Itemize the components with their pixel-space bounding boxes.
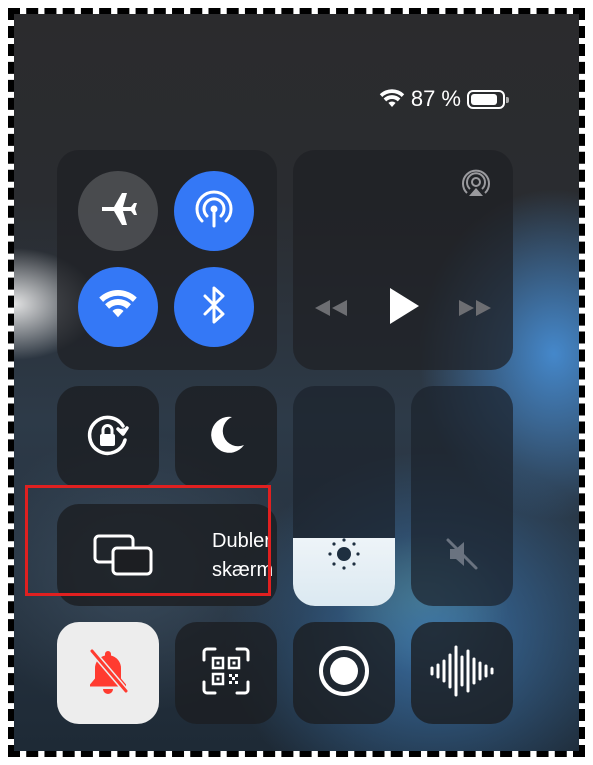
record-icon [317, 644, 371, 703]
battery-percent: 87 % [410, 86, 461, 111]
moon-icon [204, 413, 248, 462]
bell-slash-icon [86, 647, 130, 700]
battery-icon [467, 89, 509, 109]
speaker-muted-icon [444, 536, 480, 577]
bluetooth-toggle[interactable] [174, 267, 254, 347]
sound-recognition-button[interactable] [411, 622, 513, 724]
orientation-lock-toggle[interactable] [57, 386, 159, 488]
hotspot-icon [193, 188, 235, 235]
screen-mirroring-label: Dubler skærm [212, 527, 273, 585]
focus-toggle[interactable] [175, 386, 277, 488]
brightness-slider[interactable] [293, 386, 395, 606]
sun-icon [324, 534, 364, 579]
wifi-toggle[interactable] [78, 267, 158, 347]
qr-scanner-button[interactable] [175, 622, 277, 724]
wifi-status-icon [379, 89, 405, 109]
control-center: 87 % Dubler skærm [14, 14, 579, 751]
rewind-icon[interactable] [313, 298, 349, 323]
screen-mirroring-label-line2: skærm [212, 559, 274, 581]
volume-slider[interactable] [411, 386, 513, 606]
airplane-icon [98, 189, 138, 234]
rotation-lock-icon [83, 410, 133, 465]
now-playing-panel [293, 150, 513, 370]
screen-mirroring-button[interactable]: Dubler skærm [57, 504, 277, 606]
screen-recording-button[interactable] [293, 622, 395, 724]
play-icon[interactable] [387, 286, 421, 331]
silent-mode-toggle[interactable] [57, 622, 159, 724]
fast-forward-icon[interactable] [457, 298, 493, 323]
cellular-hotspot-toggle[interactable] [174, 171, 254, 251]
status-bar: 87 % [379, 86, 509, 112]
screen-mirroring-icon [93, 534, 155, 583]
qr-code-icon [201, 646, 251, 701]
connectivity-panel [57, 150, 277, 370]
airplane-mode-toggle[interactable] [78, 171, 158, 251]
screenshot-frame: 87 % Dubler skærm [8, 8, 585, 757]
screen-mirroring-label-line1: Dubler [212, 530, 271, 552]
waveform-icon [429, 643, 495, 704]
airplay-icon[interactable] [461, 168, 491, 203]
wifi-icon [98, 289, 138, 326]
bluetooth-icon [199, 285, 229, 330]
